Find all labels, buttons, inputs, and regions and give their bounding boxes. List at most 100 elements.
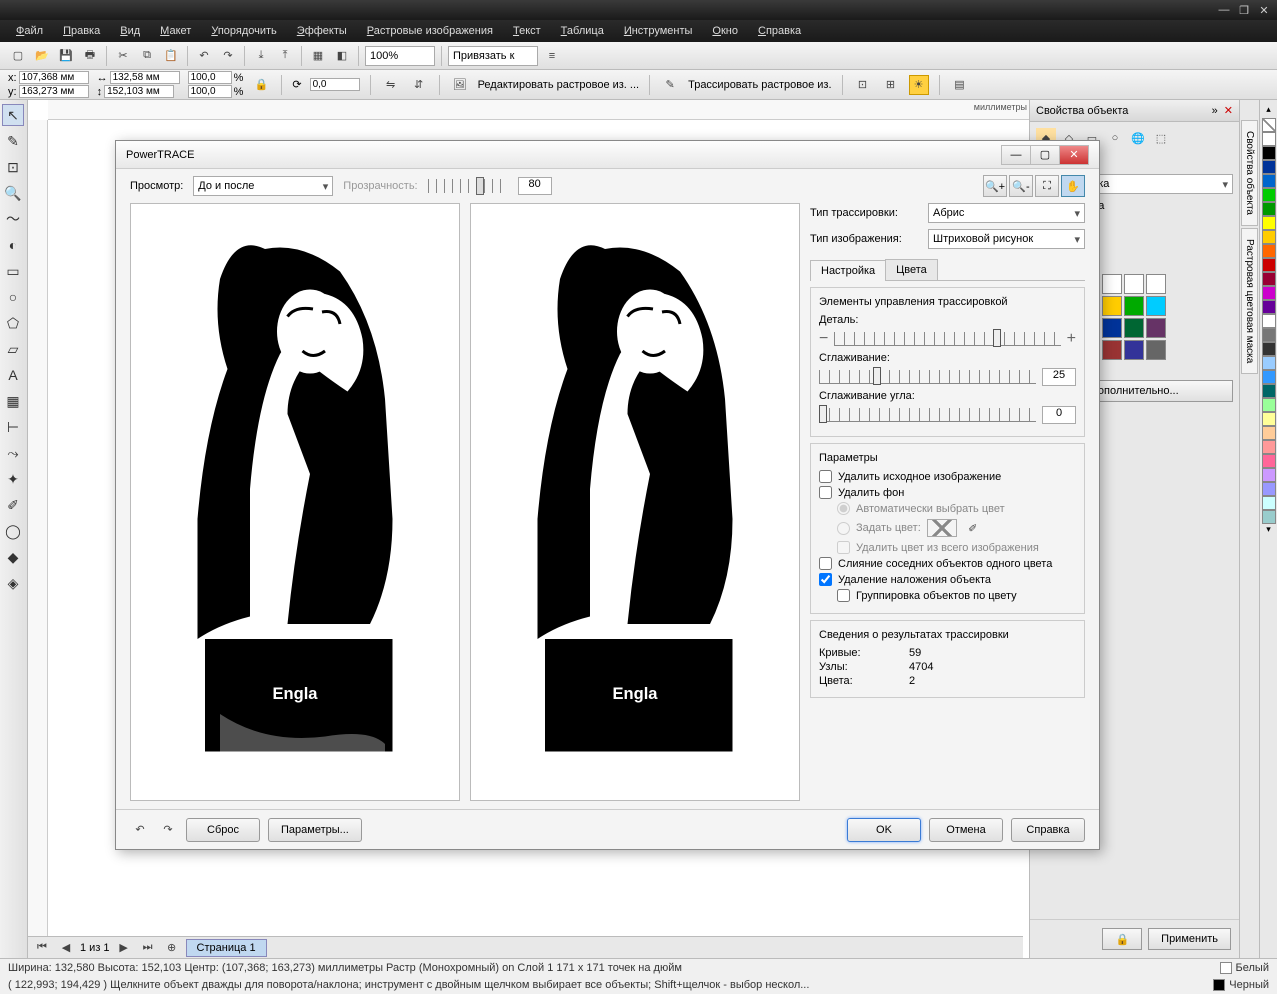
redo-icon[interactable]: ↷	[218, 46, 238, 66]
palette-color[interactable]	[1262, 412, 1276, 426]
no-color-swatch[interactable]	[1262, 118, 1276, 132]
zoom-out-icon[interactable]: 🔍-	[1009, 175, 1033, 197]
swatch[interactable]	[1102, 274, 1122, 294]
palette-color[interactable]	[1262, 258, 1276, 272]
connector-tool-icon[interactable]: ⤳	[2, 442, 24, 464]
swatch[interactable]	[1102, 296, 1122, 316]
palette-color[interactable]	[1262, 342, 1276, 356]
docker-close-icon[interactable]: ✕	[1224, 104, 1233, 117]
smoothing-value[interactable]: 25	[1042, 368, 1076, 386]
palette-color[interactable]	[1262, 188, 1276, 202]
palette-color[interactable]	[1262, 398, 1276, 412]
welcome-icon[interactable]: ◧	[332, 46, 352, 66]
lock-button[interactable]: 🔒	[1102, 928, 1142, 950]
options-icon[interactable]: ≡	[542, 46, 562, 66]
freehand-tool-icon[interactable]: ～	[2, 208, 24, 230]
remove-overlap-checkbox[interactable]	[819, 573, 832, 586]
swatch[interactable]	[1146, 318, 1166, 338]
menu-окно[interactable]: Окно	[704, 23, 746, 39]
scalex-input[interactable]: 100,0	[188, 71, 232, 84]
outline-tool-icon[interactable]: ◯	[2, 520, 24, 542]
menu-растровые изображения[interactable]: Растровые изображения	[359, 23, 501, 39]
dialog-close-icon[interactable]: ✕	[1059, 145, 1089, 165]
preview-mode-combo[interactable]: До и после	[193, 176, 333, 196]
palette-color[interactable]	[1262, 510, 1276, 524]
crop-tool-icon[interactable]: ⊡	[2, 156, 24, 178]
ellipse-tool-icon[interactable]: ○	[2, 286, 24, 308]
menu-таблица[interactable]: Таблица	[553, 23, 612, 39]
palette-color[interactable]	[1262, 440, 1276, 454]
swatch[interactable]	[1102, 318, 1122, 338]
eyedropper-tool-icon[interactable]: ✐	[2, 494, 24, 516]
last-page-icon[interactable]: ⏭	[138, 938, 158, 958]
menu-эффекты[interactable]: Эффекты	[289, 23, 355, 39]
snap-combo[interactable]: Привязать к	[448, 46, 538, 66]
delete-bg-checkbox[interactable]	[819, 486, 832, 499]
palette-color[interactable]	[1262, 356, 1276, 370]
tab-colors[interactable]: Цвета	[885, 259, 938, 280]
corner-slider[interactable]	[819, 408, 1036, 422]
effects-tool-icon[interactable]: ✦	[2, 468, 24, 490]
interactive-fill-tool-icon[interactable]: ◈	[2, 572, 24, 594]
cut-icon[interactable]: ✂	[113, 46, 133, 66]
swatch[interactable]	[1102, 340, 1122, 360]
width-input[interactable]: 132,58 мм	[110, 71, 180, 84]
smart-fill-tool-icon[interactable]: ◐	[2, 234, 24, 256]
app-launcher-icon[interactable]: ▦	[308, 46, 328, 66]
wrap-text-icon[interactable]: ▤	[950, 75, 970, 95]
edit-raster-button[interactable]: Редактировать растровое из. ...	[478, 79, 640, 91]
web-tab-icon[interactable]: 🌐	[1128, 128, 1148, 148]
edit-bitmap-icon[interactable]: 🖼	[450, 75, 470, 95]
crop-icon[interactable]: ⊡	[853, 75, 873, 95]
docker-expand-icon[interactable]: »	[1212, 105, 1218, 117]
palette-color[interactable]	[1262, 244, 1276, 258]
menu-файл[interactable]: Файл	[8, 23, 51, 39]
resample-icon[interactable]: ⊞	[881, 75, 901, 95]
detail-slider[interactable]	[834, 332, 1060, 346]
open-icon[interactable]: 📂	[32, 46, 52, 66]
palette-down-icon[interactable]: ▾	[1266, 524, 1271, 535]
corner-value[interactable]: 0	[1042, 406, 1076, 424]
new-icon[interactable]: ▢	[8, 46, 28, 66]
export-icon[interactable]: ⤒	[275, 46, 295, 66]
menu-справка[interactable]: Справка	[750, 23, 809, 39]
tab-settings[interactable]: Настройка	[810, 260, 886, 281]
palette-color[interactable]	[1262, 146, 1276, 160]
first-page-icon[interactable]: ⏮	[32, 938, 52, 958]
docker-tab[interactable]: Свойства объекта	[1241, 120, 1258, 226]
swatch[interactable]	[1146, 274, 1166, 294]
menu-вид[interactable]: Вид	[112, 23, 148, 39]
zoom-in-icon[interactable]: 🔍+	[983, 175, 1007, 197]
height-input[interactable]: 152,103 мм	[104, 85, 174, 98]
polygon-tool-icon[interactable]: ⬠	[2, 312, 24, 334]
swatch[interactable]	[1146, 296, 1166, 316]
print-icon[interactable]: 🖶	[80, 46, 100, 66]
palette-color[interactable]	[1262, 160, 1276, 174]
smoothing-slider[interactable]	[819, 370, 1036, 384]
palette-color[interactable]	[1262, 202, 1276, 216]
pick-tool-icon[interactable]: ↖	[2, 104, 24, 126]
palette-color[interactable]	[1262, 314, 1276, 328]
x-input[interactable]: 107,368 мм	[19, 71, 89, 84]
apply-button[interactable]: Применить	[1148, 928, 1231, 950]
trace-bitmap-icon[interactable]: ✎	[660, 75, 680, 95]
undo-icon[interactable]: ↶	[194, 46, 214, 66]
docker-tab[interactable]: Растровая цветовая маска	[1241, 228, 1258, 374]
ellipse-tab-icon[interactable]: ○	[1105, 128, 1125, 148]
trace-type-combo[interactable]: Абрис	[928, 203, 1085, 223]
lock-ratio-icon[interactable]: 🔒	[251, 75, 271, 95]
palette-color[interactable]	[1262, 300, 1276, 314]
ok-button[interactable]: OK	[847, 818, 921, 842]
basic-shapes-tool-icon[interactable]: ▱	[2, 338, 24, 360]
swatch[interactable]	[1124, 274, 1144, 294]
minimize-icon[interactable]: —	[1215, 3, 1233, 17]
import-icon[interactable]: ⤓	[251, 46, 271, 66]
next-page-icon[interactable]: ▶	[114, 938, 134, 958]
menu-упорядочить[interactable]: Упорядочить	[203, 23, 284, 39]
help-button[interactable]: Справка	[1011, 818, 1085, 842]
prev-page-icon[interactable]: ◀	[56, 938, 76, 958]
palette-color[interactable]	[1262, 496, 1276, 510]
palette-color[interactable]	[1262, 454, 1276, 468]
zoom-fit-icon[interactable]: ⛶	[1035, 175, 1059, 197]
palette-up-icon[interactable]: ▴	[1262, 104, 1276, 118]
